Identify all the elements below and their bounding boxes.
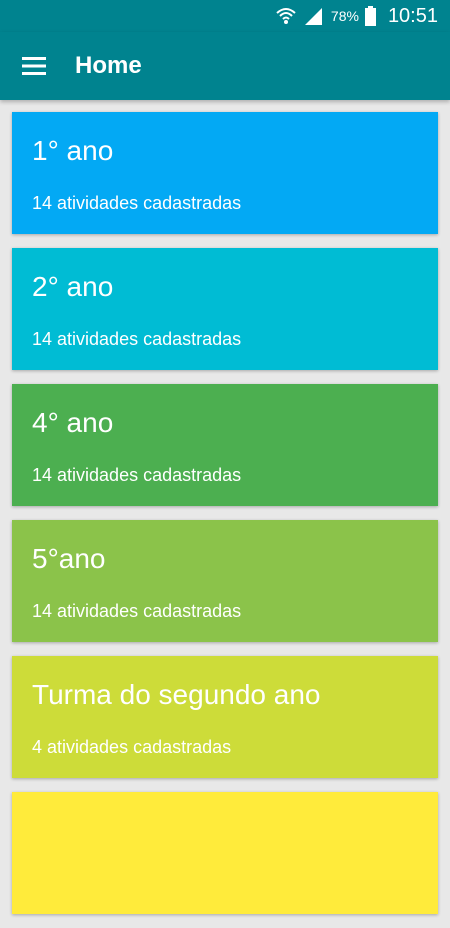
class-card-title: Turma do segundo ano (32, 679, 321, 710)
menu-button[interactable] (22, 54, 48, 78)
class-card-activity-count: 4 atividades cadastradas (32, 737, 232, 757)
class-card-activity-count: 14 atividades cadastradas (32, 601, 242, 621)
class-card[interactable]: 2° ano 14 atividades cadastradas (12, 248, 438, 370)
class-card-title: 5°ano (32, 543, 106, 574)
app-bar: Home (0, 32, 450, 100)
class-card[interactable] (12, 792, 438, 914)
class-card-title: 1° ano (32, 135, 114, 166)
battery-percentage: 78% (330, 8, 359, 24)
class-card[interactable]: 1° ano 14 atividades cadastradas (12, 112, 438, 234)
signal-icon (303, 7, 323, 25)
class-card[interactable]: 5°ano 14 atividades cadastradas (12, 520, 438, 642)
page-title: Home (75, 52, 142, 79)
class-card-activity-count: 14 atividades cadastradas (32, 329, 242, 349)
wifi-icon (275, 6, 297, 26)
class-card-title: 2° ano (32, 271, 114, 302)
class-card-title: 4° ano (32, 407, 114, 438)
class-card-activity-count: 14 atividades cadastradas (32, 465, 242, 485)
class-card-activity-count: 14 atividades cadastradas (32, 193, 242, 213)
class-list: 1° ano 14 atividades cadastradas 2° ano … (12, 112, 438, 928)
class-card[interactable]: 4° ano 14 atividades cadastradas (12, 384, 438, 506)
status-bar: 78% 10:51 (0, 0, 450, 32)
class-card[interactable]: Turma do segundo ano 4 atividades cadast… (12, 656, 438, 778)
clock: 10:51 (387, 4, 438, 27)
status-indicators: 78% 10:51 (275, 0, 438, 32)
battery-icon (364, 6, 376, 26)
menu-icon (22, 57, 48, 82)
